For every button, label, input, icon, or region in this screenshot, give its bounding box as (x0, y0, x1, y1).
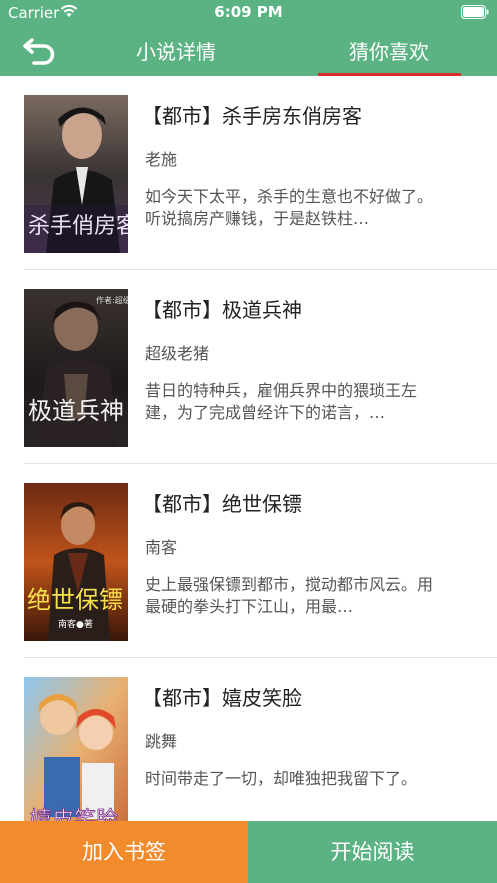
cover-author-text: 南客●著 (58, 618, 93, 630)
book-author: 超级老猪 (145, 344, 210, 363)
book-cover: 杀手俏房客 (24, 95, 128, 253)
book-title: 【都市】嬉皮笑脸 (142, 686, 302, 710)
book-description: 史上最强保镖到都市，搅动都市风云。用最硬的拳头打下江山，用最… (145, 575, 434, 616)
book-cover: 嬉皮笑脸 (24, 677, 128, 821)
cover-title-text: 嬉皮笑脸 (30, 808, 118, 821)
book-title: 【都市】极道兵神 (142, 298, 302, 322)
book-list-item[interactable]: 嬉皮笑脸 【都市】嬉皮笑脸 跳舞 时间带走了一切，却唯独把我留下了。 (0, 658, 497, 821)
bottom-action-bar: 加入书签 开始阅读 (0, 821, 497, 883)
cover-author-text: 作者:超级老猪 (96, 295, 128, 305)
book-description: 昔日的特种兵，雇佣兵界中的猥琐王左建，为了完成曾经许下的诺言，… (145, 381, 418, 422)
battery-icon (461, 5, 489, 19)
nav-bar: 小说详情 猜你喜欢 (0, 26, 497, 76)
tab-you-may-like[interactable]: 猜你喜欢 (318, 36, 460, 66)
tab-novel-details[interactable]: 小说详情 (118, 36, 234, 66)
book-author: 老施 (145, 150, 178, 169)
book-cover: 作者:超级老猪 极道兵神 (24, 289, 128, 447)
book-author: 南客 (145, 538, 178, 557)
start-reading-button[interactable]: 开始阅读 (248, 821, 497, 883)
book-title: 【都市】绝世保镖 (142, 492, 302, 516)
add-bookmark-button[interactable]: 加入书签 (0, 821, 248, 883)
cover-title-text: 绝世保镖 (27, 586, 123, 614)
book-cover: 绝世保镖 南客●著 (24, 483, 128, 641)
book-list-item[interactable]: 杀手俏房客 【都市】杀手房东俏房客 老施 如今天下太平，杀手的生意也不好做了。听… (0, 76, 497, 270)
book-list[interactable]: 杀手俏房客 【都市】杀手房东俏房客 老施 如今天下太平，杀手的生意也不好做了。听… (0, 76, 497, 821)
status-bar: Carrier 6:09 PM (0, 0, 497, 26)
book-list-item[interactable]: 作者:超级老猪 极道兵神 【都市】极道兵神 超级老猪 昔日的特种兵，雇佣兵界中的… (0, 270, 497, 464)
book-author: 跳舞 (145, 732, 178, 751)
back-arrow-icon[interactable] (22, 34, 62, 68)
cover-title-text: 极道兵神 (28, 397, 124, 425)
book-description: 如今天下太平，杀手的生意也不好做了。听说搞房产赚钱，于是赵铁柱… (145, 187, 434, 228)
clock-label: 6:09 PM (214, 3, 283, 21)
book-description: 时间带走了一切，却唯独把我留下了。 (145, 769, 418, 788)
book-title: 【都市】杀手房东俏房客 (142, 104, 362, 128)
book-list-item[interactable]: 绝世保镖 南客●著 【都市】绝世保镖 南客 史上最强保镖到都市，搅动都市风云。用… (0, 464, 497, 658)
cover-title-text: 杀手俏房客 (28, 214, 128, 239)
